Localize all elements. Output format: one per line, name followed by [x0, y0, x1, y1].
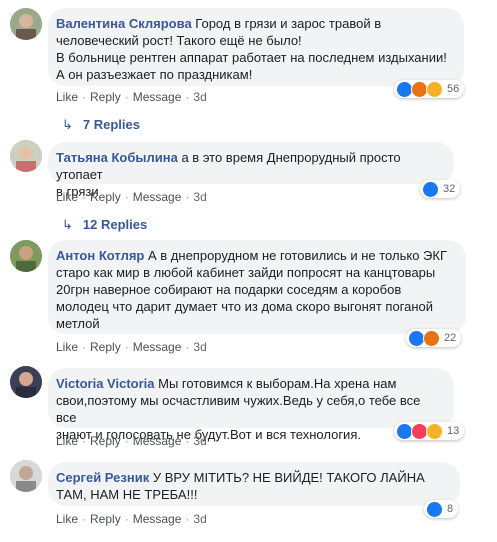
like-link[interactable]: Like — [56, 190, 78, 204]
replies-count[interactable]: 12 Replies — [83, 217, 147, 232]
comment-text-line: У ВРУ МІТИТЬ? НЕ ВИЙДЕ! ТАКОГО ЛАЙНА — [152, 470, 425, 485]
comment-bubble: Антон Котляр А в днепрорудном не готовил… — [48, 240, 466, 334]
reaction-count: 22 — [444, 332, 457, 344]
comment-text-line: молодец что дарит думает что из дома ско… — [56, 299, 434, 314]
reply-link[interactable]: Reply — [90, 434, 121, 448]
reaction-summary[interactable]: 8 — [424, 500, 459, 518]
comment-text-line: старо как мир в любой кабинет зайди попр… — [56, 265, 436, 280]
comment-text-line: свои,поэтому мы осчастливим чужих.Ведь у… — [56, 393, 421, 425]
comment-bubble: Татьяна Кобылина а в это время Днепроруд… — [48, 142, 454, 199]
reaction-summary[interactable]: 56 — [394, 80, 465, 98]
comment-text-line: В больнице рентген аппарат работает на п… — [56, 50, 447, 65]
like-reaction-icon — [422, 180, 439, 198]
comment-text-line: 20грн наверное собирают на подарки сосед… — [56, 282, 402, 297]
timestamp[interactable]: 3d — [193, 190, 206, 204]
comment-text-line: метлой — [56, 316, 100, 331]
reaction-summary[interactable]: 32 — [420, 180, 461, 198]
reaction-count: 13 — [447, 425, 460, 437]
message-link[interactable]: Message — [133, 90, 182, 104]
reply-link[interactable]: Reply — [90, 90, 121, 104]
avatar[interactable] — [10, 8, 42, 40]
like-link[interactable]: Like — [56, 90, 78, 104]
comment-text-line: ТАМ, НАМ НЕ ТРЕБА!!! — [56, 487, 198, 502]
comment-actions: Like · Reply · Message · 3d — [56, 90, 207, 104]
like-link[interactable]: Like — [56, 434, 78, 448]
comment-text-line: человеческий рост! Такого ещё не было! — [56, 33, 302, 48]
avatar[interactable] — [10, 460, 42, 492]
comment-text-line: А в днепрорудном не готовились и не толь… — [148, 248, 447, 263]
comment-text-line: А он разъезжает по праздникам! — [56, 67, 253, 82]
timestamp[interactable]: 3d — [193, 512, 206, 526]
avatar[interactable] — [10, 366, 42, 398]
angry-reaction-icon — [423, 329, 440, 347]
comment-bubble: Валентина Склярова Город в грязи и зарос… — [48, 8, 464, 86]
reply-link[interactable]: Reply — [90, 340, 121, 354]
comment-text-line: Мы готовимся к выборам.На хрена нам — [158, 376, 397, 391]
reaction-count: 8 — [447, 503, 454, 515]
haha-reaction-icon — [426, 422, 443, 440]
comment-author[interactable]: Victoria Victoria — [56, 376, 155, 391]
comment-bubble: Сергей Резник У ВРУ МІТИТЬ? НЕ ВИЙДЕ! ТА… — [48, 462, 460, 506]
reply-link[interactable]: Reply — [90, 190, 121, 204]
timestamp[interactable]: 3d — [193, 90, 206, 104]
sad-reaction-icon — [426, 80, 443, 98]
comment-text-line: Город в грязи и зарос травой в — [195, 16, 382, 31]
comment-actions: Like · Reply · Message · 3d — [56, 340, 207, 354]
reply-arrow-icon: ↳ — [62, 217, 73, 232]
reply-arrow-icon: ↳ — [62, 117, 73, 132]
avatar[interactable] — [10, 140, 42, 172]
reaction-summary[interactable]: 22 — [406, 329, 462, 347]
message-link[interactable]: Message — [133, 434, 182, 448]
like-reaction-icon — [426, 500, 443, 518]
timestamp[interactable]: 3d — [193, 434, 206, 448]
message-link[interactable]: Message — [133, 190, 182, 204]
message-link[interactable]: Message — [133, 512, 182, 526]
reaction-count: 32 — [443, 183, 456, 195]
comment-author[interactable]: Антон Котляр — [56, 248, 144, 263]
reaction-count: 56 — [447, 83, 460, 95]
reply-link[interactable]: Reply — [90, 512, 121, 526]
comment-actions: Like · Reply · Message · 3d — [56, 512, 207, 526]
like-link[interactable]: Like — [56, 340, 78, 354]
comment-author[interactable]: Татьяна Кобылина — [56, 150, 178, 165]
comment-bubble: Victoria Victoria Мы готовимся к выборам… — [48, 368, 454, 442]
avatar[interactable] — [10, 240, 42, 272]
like-link[interactable]: Like — [56, 512, 78, 526]
comment-author[interactable]: Валентина Склярова — [56, 16, 192, 31]
replies-count[interactable]: 7 Replies — [83, 117, 140, 132]
view-replies[interactable]: ↳ 7 Replies — [62, 117, 140, 133]
view-replies[interactable]: ↳ 12 Replies — [62, 217, 147, 233]
reaction-summary[interactable]: 13 — [394, 422, 465, 440]
comment-actions: Like · Reply · Message · 3d — [56, 434, 207, 448]
comment-author[interactable]: Сергей Резник — [56, 470, 149, 485]
timestamp[interactable]: 3d — [193, 340, 206, 354]
comment-actions: Like · Reply · Message · 3d — [56, 190, 207, 204]
message-link[interactable]: Message — [133, 340, 182, 354]
